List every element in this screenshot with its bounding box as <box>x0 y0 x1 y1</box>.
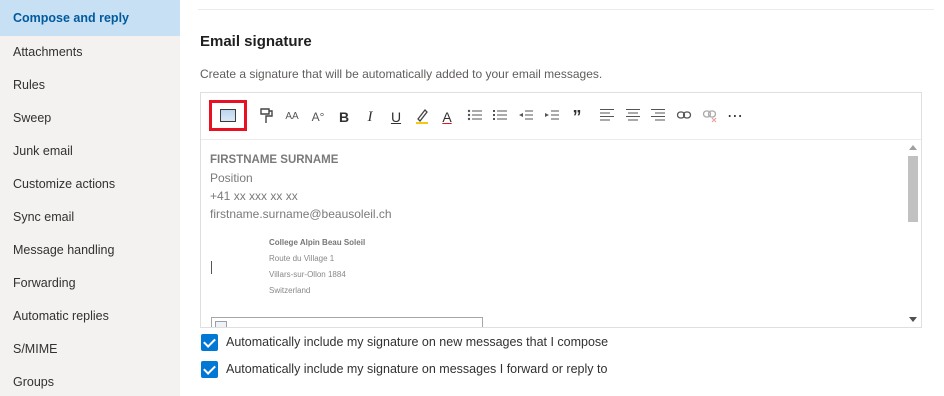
sidebar-item-groups[interactable]: Groups <box>0 366 180 396</box>
text-cursor <box>211 261 212 274</box>
sidebar-item-attachments[interactable]: Attachments <box>0 36 180 69</box>
sidebar-item-customize-actions[interactable]: Customize actions <box>0 168 180 201</box>
quote-icon[interactable]: ” <box>568 107 586 127</box>
settings-sidebar: Compose and reply Attachments Rules Swee… <box>0 0 180 396</box>
option-new-messages[interactable]: Automatically include my signature on ne… <box>201 333 608 351</box>
page-description: Create a signature that will be automati… <box>200 67 603 81</box>
insert-image-button[interactable] <box>209 100 247 131</box>
bold-icon[interactable]: B <box>335 107 353 127</box>
numbering-icon[interactable] <box>490 107 510 127</box>
scroll-thumb[interactable] <box>908 156 918 222</box>
sidebar-item-junk-email[interactable]: Junk email <box>0 135 180 168</box>
signature-school: College Alpin Beau Soleil <box>269 238 366 247</box>
broken-image-placeholder <box>211 317 483 327</box>
align-center-icon[interactable] <box>623 107 643 127</box>
sidebar-item-message-handling[interactable]: Message handling <box>0 234 180 267</box>
signature-country: Switzerland <box>269 286 311 295</box>
bullets-icon[interactable] <box>465 107 485 127</box>
broken-image-icon <box>215 321 227 327</box>
signature-editor: AA A° B I U A ” ⋯ FIRSTNAME SURNAME Posi… <box>200 92 922 328</box>
page-title: Email signature <box>200 33 312 50</box>
sidebar-item-compose-and-reply[interactable]: Compose and reply <box>0 0 180 36</box>
checkbox-forward-reply[interactable] <box>201 360 218 378</box>
sidebar-item-smime[interactable]: S/MIME <box>0 333 180 366</box>
scroll-down-arrow-icon[interactable] <box>909 317 917 322</box>
font-size-icon[interactable]: AA <box>281 107 303 127</box>
signature-address-line-1: Route du Village 1 <box>269 254 335 263</box>
sidebar-item-forwarding[interactable]: Forwarding <box>0 267 180 300</box>
editor-scrollbar[interactable] <box>905 141 921 327</box>
main-panel: Email signature Create a signature that … <box>180 0 944 396</box>
sidebar-item-sweep[interactable]: Sweep <box>0 102 180 135</box>
signature-address-line-2: Villars-sur-Ollon 1884 <box>269 270 346 279</box>
align-left-icon[interactable] <box>597 107 617 127</box>
decrease-indent-icon[interactable] <box>516 107 536 127</box>
remove-link-icon[interactable] <box>700 107 720 127</box>
align-right-icon[interactable] <box>648 107 668 127</box>
italic-icon[interactable]: I <box>361 107 379 127</box>
checkbox-new-messages[interactable] <box>201 333 218 351</box>
increase-indent-icon[interactable] <box>542 107 562 127</box>
sidebar-item-automatic-replies[interactable]: Automatic replies <box>0 300 180 333</box>
divider <box>198 9 934 10</box>
insert-image-icon <box>220 109 236 122</box>
insert-link-icon[interactable] <box>674 107 694 127</box>
scroll-up-arrow-icon[interactable] <box>909 145 917 150</box>
text-effects-icon[interactable]: A° <box>307 107 329 127</box>
more-icon[interactable]: ⋯ <box>725 107 745 127</box>
option-forward-reply-label: Automatically include my signature on me… <box>226 362 608 376</box>
signature-position: Position <box>210 171 253 185</box>
signature-phone: +41 xx xxx xx xx <box>210 189 298 203</box>
formatting-toolbar: AA A° B I U A ” ⋯ <box>201 93 921 140</box>
sidebar-item-rules[interactable]: Rules <box>0 69 180 102</box>
option-new-messages-label: Automatically include my signature on ne… <box>226 335 609 349</box>
font-color-icon[interactable]: A <box>438 107 456 127</box>
signature-email: firstname.surname@beausoleil.ch <box>210 207 392 221</box>
signature-text: FIRSTNAME SURNAME Position +41 xx xxx xx… <box>210 151 392 223</box>
signature-body[interactable]: FIRSTNAME SURNAME Position +41 xx xxx xx… <box>201 141 921 327</box>
signature-address: College Alpin Beau Soleil Route du Villa… <box>269 235 365 299</box>
highlight-icon[interactable] <box>412 107 432 127</box>
underline-icon[interactable]: U <box>387 107 405 127</box>
format-painter-icon[interactable] <box>256 107 276 127</box>
signature-name: FIRSTNAME SURNAME <box>210 154 339 166</box>
sidebar-item-sync-email[interactable]: Sync email <box>0 201 180 234</box>
option-forward-reply[interactable]: Automatically include my signature on me… <box>201 360 607 378</box>
